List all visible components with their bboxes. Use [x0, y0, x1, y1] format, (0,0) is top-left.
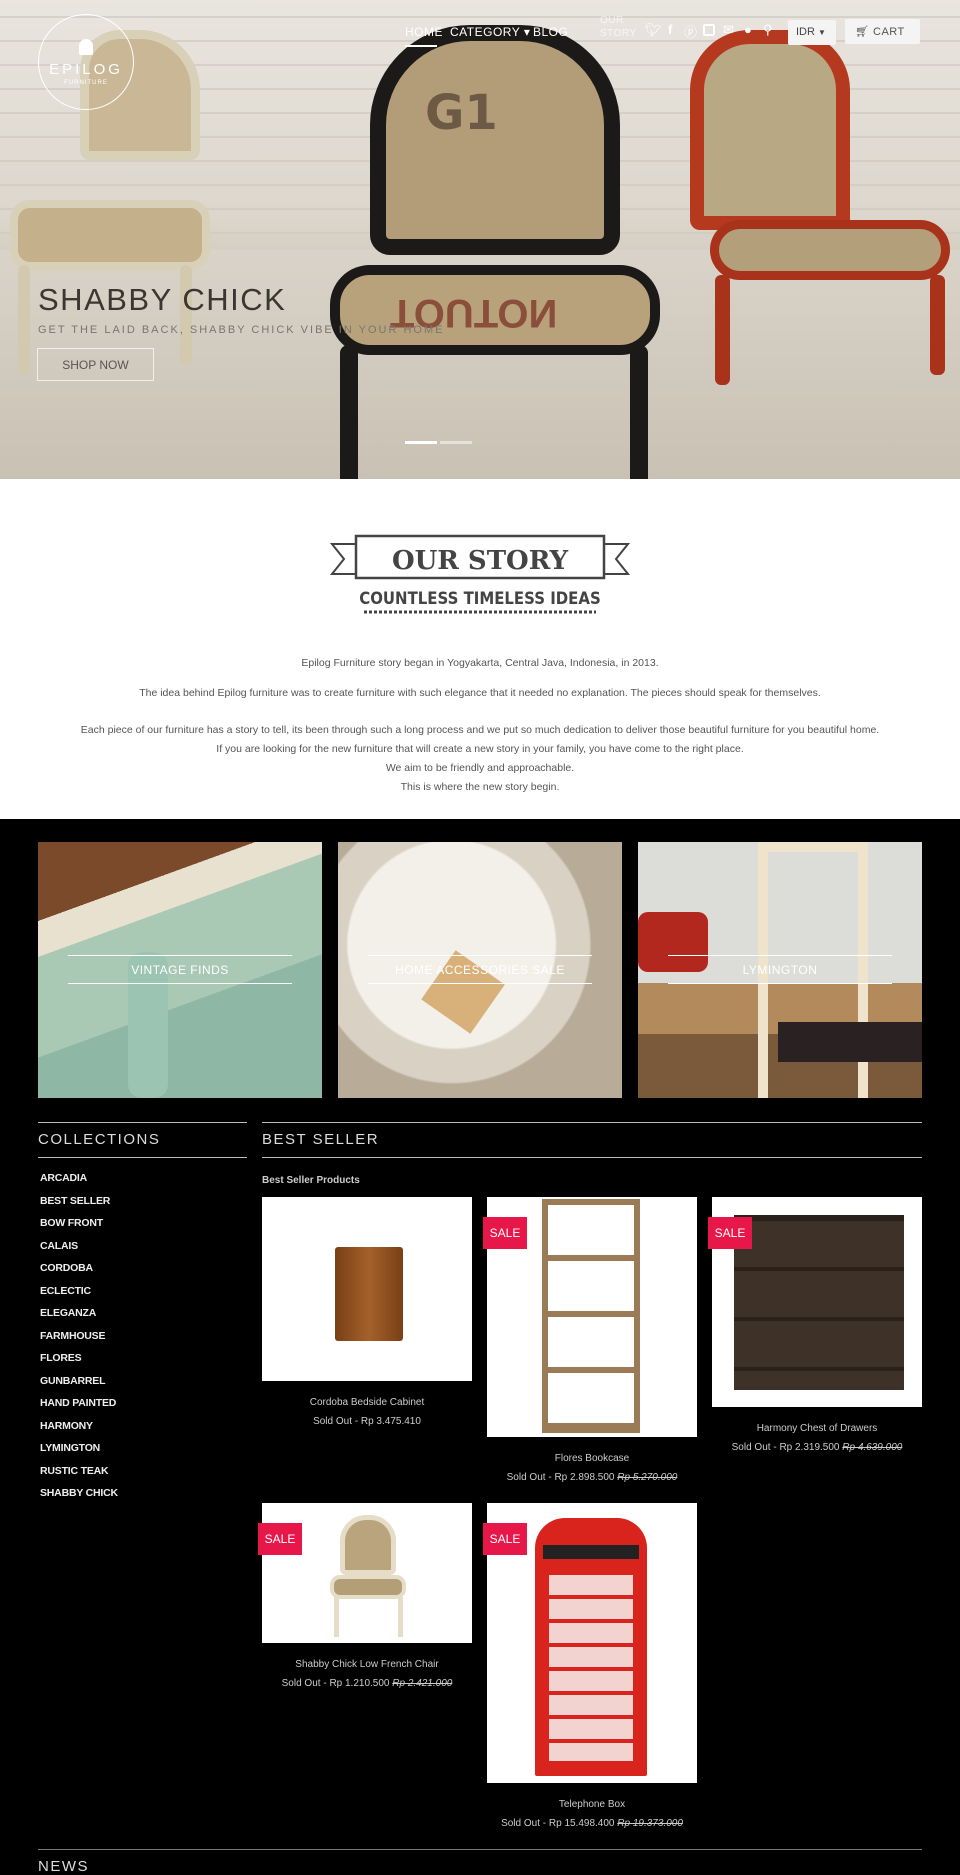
story-line: Each piece of our furniture has a story … [80, 724, 880, 736]
search-icon[interactable]: ⚲ [763, 22, 773, 38]
category-label: HOME ACCESSORIES SALE [368, 955, 592, 984]
story-line: This is where the new story begin. [400, 781, 560, 793]
old-price: Rp 19.373.000 [617, 1818, 683, 1829]
product-image-cordoba-bedside-cabinet[interactable] [262, 1197, 472, 1381]
banner-title: OUR STORY [392, 546, 569, 576]
collection-link[interactable]: FARMHOUSE [40, 1330, 105, 1342]
best-seller-subtitle: Best Seller Products [262, 1175, 360, 1186]
cart-label: CART [873, 26, 905, 38]
collection-link[interactable]: LYMINGTON [40, 1442, 100, 1454]
user-icon[interactable]: ● [744, 22, 752, 37]
shop-now-button[interactable]: SHOP NOW [37, 348, 154, 381]
facebook-icon[interactable]: f [668, 22, 672, 37]
category-label: VINTAGE FINDS [68, 955, 292, 984]
product-price: Sold Out - Rp 2.898.500 Rp 5.270.000 [506, 1472, 678, 1483]
product-price: Sold Out - Rp 15.498.400 Rp 19.373.000 [501, 1818, 683, 1829]
slider-dot[interactable] [440, 441, 472, 444]
nav-blog[interactable]: BLOG [533, 25, 568, 39]
collection-link[interactable]: RUSTIC TEAK [40, 1465, 109, 1477]
collection-link[interactable]: SHABBY CHICK [40, 1487, 118, 1499]
nav-active-indicator [405, 45, 437, 47]
collection-link[interactable]: BEST SELLER [40, 1195, 110, 1207]
sale-badge: SALE [483, 1217, 527, 1249]
hero-chair-right [690, 20, 960, 385]
category-label: LYMINGTON [668, 955, 892, 984]
banner-subtitle: COUNTLESS TIMELESS IDEAS [359, 588, 600, 608]
product-title[interactable]: Telephone Box [487, 1799, 697, 1810]
category-home-accessories-sale[interactable]: HOME ACCESSORIES SALE [338, 842, 622, 1098]
collection-link[interactable]: BOW FRONT [40, 1217, 103, 1229]
product-price: Sold Out - Rp 3.475.410 [313, 1416, 421, 1427]
our-story-banner: OUR STORY COUNTLESS TIMELESS IDEAS [330, 534, 630, 614]
nav-category[interactable]: CATEGORY ▾ [450, 25, 530, 39]
story-line: We aim to be friendly and approachable. [385, 762, 575, 774]
logo-mark-icon [79, 39, 93, 55]
epilog-logo[interactable]: EPILOG FURNITURE [38, 14, 134, 110]
story-line: Epilog Furniture story began in Yogyakar… [301, 657, 659, 669]
slider-dot-active[interactable] [405, 441, 437, 444]
collection-link[interactable]: HARMONY [40, 1420, 93, 1432]
story-line: The idea behind Epilog furniture was to … [139, 687, 821, 699]
sale-badge: SALE [258, 1523, 302, 1555]
hero-title: SHABBY CHICK [38, 282, 287, 317]
collection-link[interactable]: ECLECTIC [40, 1285, 91, 1297]
news-title: NEWS [38, 1858, 89, 1875]
currency-value: IDR [796, 26, 815, 38]
chevron-down-icon: ▼ [818, 28, 826, 37]
product-title[interactable]: Flores Bookcase [487, 1453, 697, 1464]
product-title[interactable]: Harmony Chest of Drawers [712, 1423, 922, 1434]
story-line: If you are looking for the new furniture… [216, 743, 744, 755]
instagram-icon[interactable] [703, 24, 715, 36]
mail-icon[interactable]: ✉ [723, 22, 734, 38]
hero-slider: G1 TOUTON EPILOG FURNITURE HOME CATEGORY… [0, 0, 960, 479]
product-title[interactable]: Shabby Chick Low French Chair [262, 1659, 472, 1670]
collection-link[interactable]: FLORES [40, 1352, 82, 1364]
collection-link[interactable]: CORDOBA [40, 1262, 93, 1274]
twitter-icon[interactable]: 🐦︎ [645, 22, 662, 38]
best-seller-title: BEST SELLER [262, 1131, 380, 1148]
category-lymington[interactable]: LYMINGTON [638, 842, 922, 1098]
hero-chair-center: G1 TOUTON [330, 25, 660, 479]
pinterest-icon[interactable]: ⓟ [684, 22, 697, 41]
nav-our-story[interactable]: OUR STORY [600, 14, 636, 40]
nav-home[interactable]: HOME [405, 25, 443, 39]
category-vintage-finds[interactable]: VINTAGE FINDS [38, 842, 322, 1098]
collection-link[interactable]: GUNBARREL [40, 1375, 105, 1387]
collection-link[interactable]: ARCADIA [40, 1172, 87, 1184]
cart-icon: 🛒︎ [855, 26, 870, 38]
sale-badge: SALE [708, 1217, 752, 1249]
sale-badge: SALE [483, 1523, 527, 1555]
product-price: Sold Out - Rp 1.210.500 Rp 2.421.000 [281, 1678, 453, 1689]
product-title[interactable]: Cordoba Bedside Cabinet [262, 1397, 472, 1408]
product-price: Sold Out - Rp 2.319.500 Rp 4.639.000 [731, 1442, 903, 1453]
currency-select[interactable]: IDR ▼ [788, 20, 836, 45]
collection-link[interactable]: CALAIS [40, 1240, 78, 1252]
old-price: Rp 4.639.000 [842, 1442, 903, 1453]
hero-subtitle: GET THE LAID BACK, SHABBY CHICK VIBE IN … [38, 324, 445, 336]
collections-title: COLLECTIONS [38, 1131, 161, 1148]
our-story-section: OUR STORY COUNTLESS TIMELESS IDEAS Epilo… [0, 479, 960, 819]
old-price: Rp 5.270.000 [617, 1472, 678, 1483]
old-price: Rp 2.421.000 [392, 1678, 453, 1689]
collection-link[interactable]: ELEGANZA [40, 1307, 96, 1319]
cart-button[interactable]: 🛒︎ CART [845, 19, 920, 44]
collection-link[interactable]: HAND PAINTED [40, 1397, 116, 1409]
